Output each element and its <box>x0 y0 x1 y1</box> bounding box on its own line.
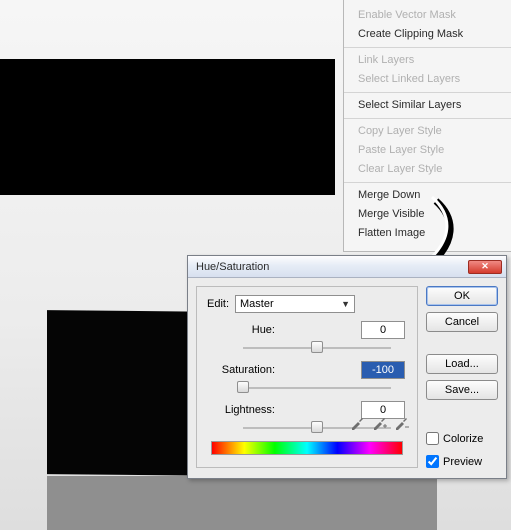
hue-input[interactable]: 0 <box>361 321 405 339</box>
dialog-side-buttons: OK Cancel Load... Save... Colorize Previ… <box>426 286 498 468</box>
dialog-title: Hue/Saturation <box>196 261 269 273</box>
hue-saturation-dialog: Hue/Saturation ✕ Edit: Master ▼ Hue: 0 <box>187 255 507 479</box>
preview-label: Preview <box>443 456 482 468</box>
saturation-slider[interactable] <box>243 381 391 395</box>
menu-separator <box>344 118 511 119</box>
dialog-body: Edit: Master ▼ Hue: 0 Saturation: -100 <box>188 278 506 478</box>
menu-item-merge-down[interactable]: Merge Down <box>344 186 511 205</box>
edit-label: Edit: <box>207 298 229 310</box>
chevron-down-icon: ▼ <box>341 299 350 309</box>
close-icon: ✕ <box>481 262 489 271</box>
spectrum-bar[interactable] <box>211 441 403 455</box>
load-button[interactable]: Load... <box>426 354 498 374</box>
lightness-label: Lightness: <box>207 404 279 416</box>
cancel-button[interactable]: Cancel <box>426 312 498 332</box>
preview-checkbox-input[interactable] <box>426 455 439 468</box>
saturation-input[interactable]: -100 <box>361 361 405 379</box>
menu-item-merge-visible[interactable]: Merge Visible <box>344 205 511 224</box>
hue-label: Hue: <box>207 324 279 336</box>
layer-context-menu: Enable Vector MaskCreate Clipping Mask Li… <box>343 0 511 252</box>
menu-item-link-layers: Link Layers <box>344 51 511 70</box>
dialog-titlebar[interactable]: Hue/Saturation ✕ <box>188 256 506 278</box>
canvas-shadow <box>47 476 437 530</box>
menu-item-paste-layer-style: Paste Layer Style <box>344 141 511 160</box>
edit-dropdown-value: Master <box>240 298 274 310</box>
menu-item-select-linked-layers: Select Linked Layers <box>344 70 511 89</box>
menu-item-select-similar-layers[interactable]: Select Similar Layers <box>344 96 511 115</box>
menu-separator <box>344 182 511 183</box>
colorize-checkbox-input[interactable] <box>426 432 439 445</box>
menu-item-enable-vector-mask: Enable Vector Mask <box>344 6 511 25</box>
menu-item-flatten-image[interactable]: Flatten Image <box>344 224 511 243</box>
colorize-label: Colorize <box>443 433 483 445</box>
menu-item-create-clipping-mask[interactable]: Create Clipping Mask <box>344 25 511 44</box>
ok-button[interactable]: OK <box>426 286 498 306</box>
preview-checkbox[interactable]: Preview <box>426 455 498 468</box>
saturation-label: Saturation: <box>207 364 279 376</box>
menu-separator <box>344 47 511 48</box>
menu-item-clear-layer-style: Clear Layer Style <box>344 160 511 179</box>
controls-panel: Edit: Master ▼ Hue: 0 Saturation: -100 <box>196 286 418 468</box>
eyedropper-subtract-icon[interactable] <box>393 415 409 431</box>
colorize-checkbox[interactable]: Colorize <box>426 432 498 445</box>
hue-slider[interactable] <box>243 341 391 355</box>
menu-item-copy-layer-style: Copy Layer Style <box>344 122 511 141</box>
canvas-shape-top <box>0 59 335 195</box>
eyedropper-add-icon[interactable] <box>371 415 387 431</box>
eyedropper-group <box>349 415 409 431</box>
edit-dropdown[interactable]: Master ▼ <box>235 295 355 313</box>
menu-separator <box>344 92 511 93</box>
save-button[interactable]: Save... <box>426 380 498 400</box>
close-button[interactable]: ✕ <box>468 260 502 274</box>
eyedropper-icon[interactable] <box>349 415 365 431</box>
